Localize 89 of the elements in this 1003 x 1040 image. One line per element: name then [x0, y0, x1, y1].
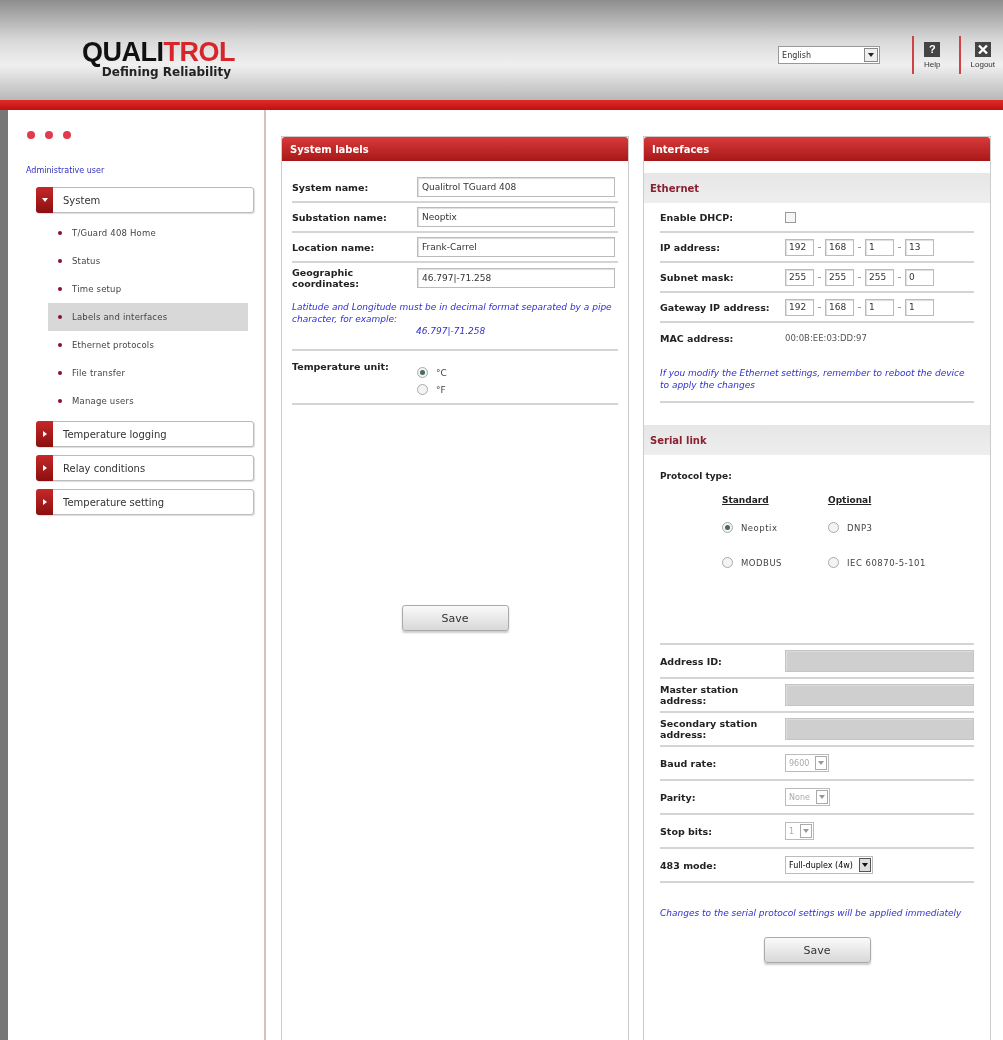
menu-item[interactable]: Labels and interfaces: [48, 303, 248, 331]
field-label: Location name:: [292, 241, 376, 253]
radio-button[interactable]: [417, 367, 428, 378]
menu-item[interactable]: File transfer: [48, 359, 248, 387]
field-label: Secondary station address:: [660, 718, 759, 740]
input-field[interactable]: 192: [785, 298, 814, 316]
arrow-icon: [41, 197, 48, 203]
field-label: Gateway IP address:: [660, 301, 771, 313]
option-label: °C: [436, 367, 447, 378]
logout-button[interactable]: Logout: [970, 41, 995, 69]
input-field[interactable]: 1: [865, 298, 894, 316]
field-label: Parity:: [660, 791, 697, 803]
help-note: Changes to the serial protocol settings will be applied immediately: [660, 907, 963, 919]
input-field[interactable]: 1: [865, 238, 894, 256]
language-dropdown[interactable]: English: [778, 46, 881, 64]
field-label: Enable DHCP:: [660, 211, 735, 223]
caret-icon: [818, 795, 825, 799]
field-label: Master station address:: [660, 684, 740, 706]
help-note: Latitude and Longitude must be in decimal format separated by a pipe character, for example:: [292, 301, 613, 325]
input-field[interactable]: 1: [905, 298, 934, 316]
field-label: Protocol type:: [660, 470, 733, 483]
logo-tagline: Defining Reliability: [101, 65, 231, 79]
save-button[interactable]: Save: [401, 605, 509, 631]
field-label: Geographic coordinates:: [292, 267, 361, 289]
menu-item[interactable]: Ethernet protocols: [48, 331, 248, 359]
checkbox[interactable]: [785, 211, 796, 223]
arrow-icon: [41, 499, 48, 505]
caret-icon: [861, 863, 868, 867]
field-label: MAC address:: [660, 332, 735, 344]
menu-item[interactable]: Time setup: [48, 275, 248, 303]
option-label: DNP3: [847, 522, 873, 533]
input-field[interactable]: 168: [825, 298, 854, 316]
input-field[interactable]: 46.797|-71.258: [417, 268, 615, 288]
help-icon: ?: [924, 41, 941, 57]
input-field[interactable]: 13: [905, 238, 934, 256]
dropdown[interactable]: Full-duplex (4w): [785, 856, 873, 874]
input-field[interactable]: Neoptix: [417, 207, 615, 227]
panel-title: Interfaces: [644, 137, 990, 161]
field-label: Address ID:: [660, 655, 723, 667]
menu-item[interactable]: T/Guard 408 Home: [48, 219, 248, 247]
menu-section[interactable]: Temperature logging: [36, 421, 254, 447]
panel-title: System labels: [282, 137, 628, 161]
option-label: IEC 60870-5-101: [847, 557, 926, 568]
option-label: °F: [436, 384, 446, 395]
caret-icon: [868, 53, 875, 57]
mac-value: 00:0B:EE:03:DD:97: [785, 333, 867, 343]
input-field[interactable]: 255: [825, 268, 854, 286]
menu-section[interactable]: System: [36, 187, 254, 213]
input-field[interactable]: 0: [905, 268, 934, 286]
group-heading: Optional: [828, 495, 873, 505]
menu-section[interactable]: Temperature setting: [36, 489, 254, 515]
field-label: Baud rate:: [660, 757, 718, 769]
arrow-icon: [41, 431, 48, 437]
option-label: MODBUS: [741, 557, 783, 568]
caret-icon: [803, 829, 810, 833]
input-field[interactable]: Frank-Carrel: [417, 237, 615, 257]
help-note: If you modify the Ethernet settings, remember to reboot the device to apply the changes: [660, 367, 966, 391]
radio-button[interactable]: [722, 557, 733, 568]
input-field[interactable]: Qualitrol TGuard 408: [417, 177, 615, 197]
user-link[interactable]: Administrative user: [26, 166, 105, 175]
arrow-icon: [41, 465, 48, 471]
help-button[interactable]: ? Help: [924, 41, 941, 69]
field-label: 483 mode:: [660, 859, 718, 871]
input-field[interactable]: 192: [785, 238, 814, 256]
group-heading: Standard: [722, 495, 770, 505]
field-label: Temperature unit:: [292, 361, 390, 372]
radio-button[interactable]: [828, 522, 840, 533]
field-label: Subnet mask:: [660, 271, 735, 283]
field-label: IP address:: [660, 241, 722, 253]
section-heading: Serial link: [644, 425, 990, 455]
logo-wordmark: QUALITROL: [82, 39, 235, 65]
input-field[interactable]: 255: [785, 268, 814, 286]
field-label: Stop bits:: [660, 825, 714, 837]
caret-icon: [818, 761, 825, 765]
input-field[interactable]: 168: [825, 238, 854, 256]
input-field[interactable]: 255: [865, 268, 894, 286]
example-text: 46.797|-71.258: [415, 325, 487, 337]
field-label: System name:: [292, 181, 370, 193]
menu-item[interactable]: Manage users: [48, 387, 248, 415]
save-button[interactable]: Save: [763, 937, 871, 963]
option-label: Neoptix: [741, 522, 778, 533]
section-heading: Ethernet: [644, 173, 990, 203]
menu-item[interactable]: Status: [48, 247, 248, 275]
field-label: Substation name:: [292, 211, 388, 223]
close-icon: [974, 41, 991, 57]
radio-button[interactable]: [417, 384, 428, 395]
menu-section[interactable]: Relay conditions: [36, 455, 254, 481]
radio-button[interactable]: [828, 557, 840, 568]
radio-button[interactable]: [722, 522, 733, 533]
